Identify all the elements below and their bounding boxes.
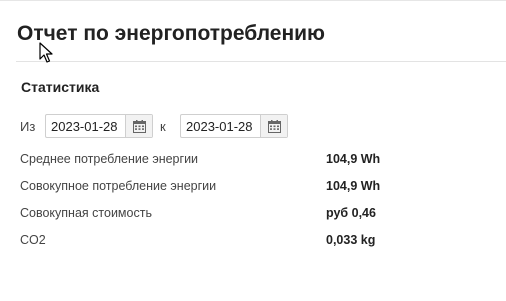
- stat-value: 0,033 kg: [326, 232, 376, 247]
- stat-row-co2: CO2 0,033 kg: [20, 226, 380, 253]
- stat-label: Совокупная стоимость: [20, 205, 152, 220]
- calendar-icon: [267, 119, 281, 133]
- date-range-picker: Из к: [20, 113, 288, 139]
- stat-value: 104,9 Wh: [326, 151, 381, 166]
- date-to-calendar-button[interactable]: [260, 115, 287, 137]
- stat-row-total-cost: Совокупная стоимость руб 0,46: [20, 199, 380, 226]
- stat-value: руб 0,46: [326, 205, 376, 220]
- date-from-calendar-button[interactable]: [125, 115, 152, 137]
- statistics-section-title: Статистика: [21, 79, 100, 95]
- mouse-cursor-icon: [39, 42, 53, 63]
- stat-label: Среднее потребление энергии: [20, 151, 199, 166]
- date-from-input[interactable]: [46, 115, 125, 137]
- date-to-field: [180, 114, 288, 138]
- calendar-icon: [132, 119, 146, 133]
- stat-row-total-consumption: Совокупное потребление энергии 104,9 Wh: [20, 172, 380, 199]
- stat-label: CO2: [20, 232, 46, 247]
- energy-report-page: Отчет по энергопотреблению Статистика Из: [0, 0, 506, 301]
- date-to-label: к: [160, 118, 166, 134]
- stat-value: 104,9 Wh: [326, 178, 381, 193]
- top-divider: [0, 0, 506, 1]
- stat-row-average-consumption: Среднее потребление энергии 104,9 Wh: [20, 145, 380, 172]
- statistics-table: Среднее потребление энергии 104,9 Wh Сов…: [20, 145, 380, 253]
- date-to-input[interactable]: [181, 115, 260, 137]
- stat-label: Совокупное потребление энергии: [20, 178, 217, 193]
- page-title: Отчет по энергопотреблению: [17, 22, 325, 45]
- date-from-field: [45, 114, 153, 138]
- date-from-label: Из: [20, 118, 36, 134]
- title-divider: [16, 61, 506, 62]
